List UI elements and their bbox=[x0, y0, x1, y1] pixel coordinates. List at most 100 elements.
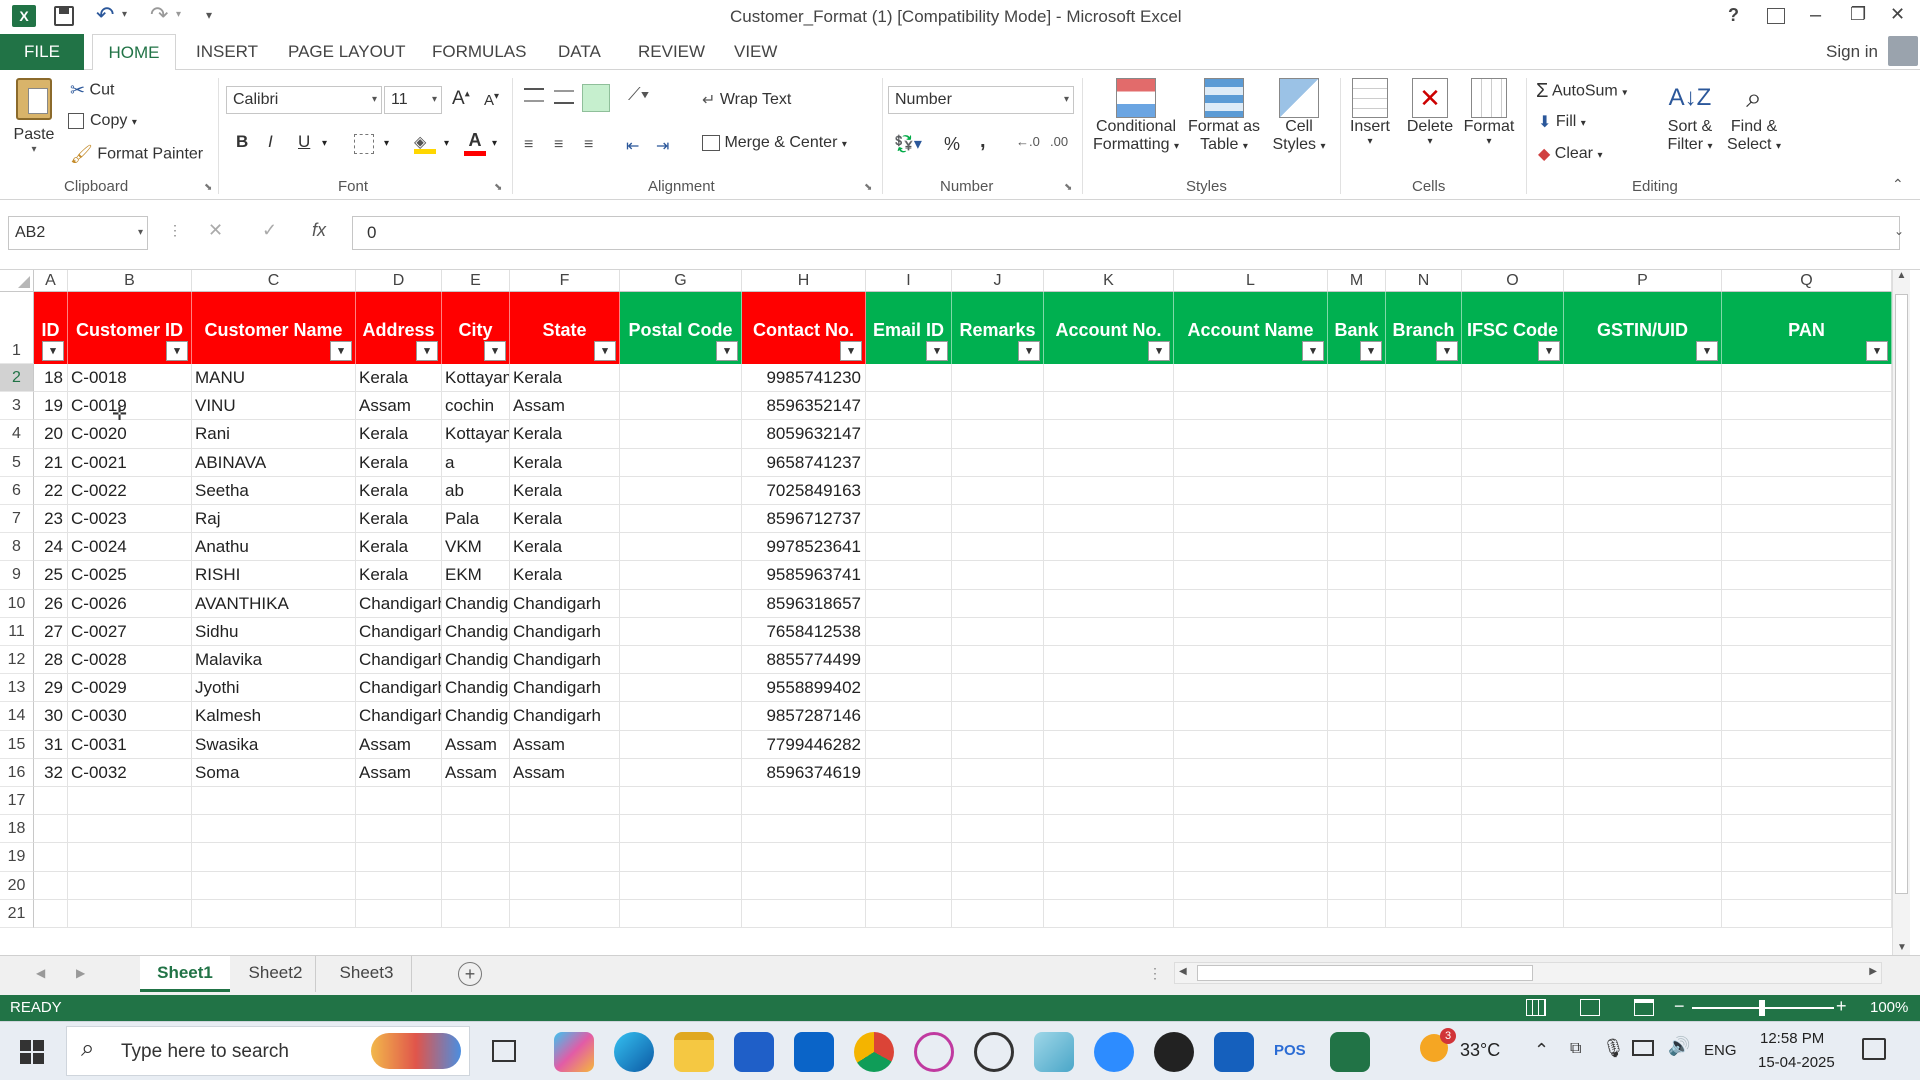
close-button[interactable]: ✕ bbox=[1890, 4, 1905, 25]
restore-button[interactable]: ❐ bbox=[1850, 4, 1866, 25]
user-avatar-icon[interactable] bbox=[1888, 36, 1918, 66]
table-cell[interactable]: 25 bbox=[34, 561, 68, 590]
column-header-j[interactable]: J bbox=[952, 270, 1044, 292]
table-cell[interactable]: 8596374619 bbox=[742, 758, 866, 787]
row-header-8[interactable]: 8 bbox=[0, 533, 34, 562]
table-cell[interactable]: EKM bbox=[442, 561, 510, 590]
filter-dropdown-icon[interactable]: ▾ bbox=[1148, 341, 1170, 361]
filter-dropdown-icon[interactable]: ▾ bbox=[1302, 341, 1324, 361]
table-cell[interactable] bbox=[866, 843, 952, 872]
column-header-k[interactable]: K bbox=[1044, 270, 1174, 292]
table-cell[interactable] bbox=[1722, 758, 1892, 787]
table-cell[interactable] bbox=[1328, 702, 1386, 731]
table-cell[interactable] bbox=[866, 420, 952, 449]
table-cell[interactable] bbox=[1722, 533, 1892, 562]
increase-decimal-icon[interactable]: ←.0 bbox=[1016, 134, 1040, 149]
row-header-13[interactable]: 13 bbox=[0, 674, 34, 703]
table-cell[interactable] bbox=[1564, 392, 1722, 421]
table-cell[interactable]: 7799446282 bbox=[742, 730, 866, 759]
table-cell[interactable] bbox=[356, 843, 442, 872]
table-cell[interactable] bbox=[1044, 392, 1174, 421]
zoom-slider-thumb[interactable] bbox=[1759, 1000, 1765, 1016]
table-cell[interactable] bbox=[1174, 589, 1328, 618]
table-cell[interactable] bbox=[866, 674, 952, 703]
table-cell[interactable] bbox=[952, 730, 1044, 759]
align-center-icon[interactable]: ≡ bbox=[554, 136, 563, 154]
redo-icon[interactable]: ↷ bbox=[150, 2, 168, 28]
filter-dropdown-icon[interactable]: ▾ bbox=[840, 341, 862, 361]
fill-color-icon[interactable]: ◈ bbox=[414, 132, 436, 154]
table-cell[interactable] bbox=[952, 843, 1044, 872]
row-header-17[interactable]: 17 bbox=[0, 787, 34, 816]
table-cell[interactable] bbox=[1462, 899, 1564, 928]
table-cell[interactable]: C-0018 bbox=[68, 364, 192, 393]
table-cell[interactable] bbox=[510, 871, 620, 900]
table-cell[interactable] bbox=[952, 420, 1044, 449]
table-cell[interactable] bbox=[68, 787, 192, 816]
table-cell[interactable] bbox=[620, 533, 742, 562]
horizontal-scroll-thumb[interactable] bbox=[1197, 965, 1533, 981]
add-sheet-icon[interactable]: + bbox=[458, 962, 482, 986]
table-cell[interactable] bbox=[1386, 871, 1462, 900]
number-launcher-icon[interactable]: ⬊ bbox=[1064, 182, 1072, 193]
scroll-down-icon[interactable]: ▼ bbox=[1893, 942, 1911, 953]
top-align-icon[interactable] bbox=[524, 88, 544, 102]
table-cell[interactable] bbox=[1328, 758, 1386, 787]
font-color-dropdown-icon[interactable]: ▾ bbox=[492, 138, 497, 149]
decrease-decimal-icon[interactable]: .00 bbox=[1050, 134, 1068, 149]
table-cell[interactable] bbox=[1174, 420, 1328, 449]
column-header-g[interactable]: G bbox=[620, 270, 742, 292]
tab-review[interactable]: REVIEW bbox=[626, 34, 717, 70]
table-cell[interactable] bbox=[620, 758, 742, 787]
borders-dropdown-icon[interactable]: ▾ bbox=[384, 138, 389, 149]
borders-icon[interactable] bbox=[354, 134, 374, 154]
table-cell[interactable]: Kottayam bbox=[442, 364, 510, 393]
table-cell[interactable] bbox=[192, 899, 356, 928]
row-header-7[interactable]: 7 bbox=[0, 505, 34, 534]
table-cell[interactable] bbox=[1564, 674, 1722, 703]
cell-styles-button[interactable]: Cell Styles ▾ bbox=[1266, 78, 1332, 154]
page-break-view-icon[interactable] bbox=[1634, 999, 1654, 1016]
table-cell[interactable]: Kerala bbox=[356, 505, 442, 534]
filter-dropdown-icon[interactable]: ▾ bbox=[330, 341, 352, 361]
table-cell[interactable] bbox=[34, 871, 68, 900]
table-cell[interactable] bbox=[1044, 899, 1174, 928]
table-cell[interactable]: Kerala bbox=[356, 448, 442, 477]
table-cell[interactable] bbox=[952, 448, 1044, 477]
table-cell[interactable] bbox=[1462, 617, 1564, 646]
column-header-i[interactable]: I bbox=[866, 270, 952, 292]
table-cell[interactable]: MANU bbox=[192, 364, 356, 393]
table-cell[interactable] bbox=[192, 787, 356, 816]
excel-taskbar-icon[interactable] bbox=[1330, 1032, 1370, 1072]
font-size-select[interactable]: 11 ▾ bbox=[384, 86, 442, 114]
table-cell[interactable]: Chandigarh bbox=[356, 674, 442, 703]
align-left-icon[interactable]: ≡ bbox=[524, 136, 533, 154]
table-cell[interactable] bbox=[1462, 448, 1564, 477]
table-cell[interactable]: C-0030 bbox=[68, 702, 192, 731]
table-cell[interactable] bbox=[1328, 730, 1386, 759]
column-header-p[interactable]: P bbox=[1564, 270, 1722, 292]
copilot-icon[interactable] bbox=[554, 1032, 594, 1072]
table-cell[interactable] bbox=[952, 646, 1044, 675]
prev-sheet-icon[interactable]: ◀ bbox=[36, 966, 45, 980]
table-cell[interactable]: RISHI bbox=[192, 561, 356, 590]
table-cell[interactable] bbox=[1564, 871, 1722, 900]
wrap-text-button[interactable]: ↵ Wrap Text bbox=[702, 90, 791, 110]
table-cell[interactable]: 9585963741 bbox=[742, 561, 866, 590]
tab-splitter-icon[interactable]: ⋮ bbox=[1148, 965, 1162, 982]
table-cell[interactable]: Jyothi bbox=[192, 674, 356, 703]
table-cell[interactable] bbox=[1386, 505, 1462, 534]
format-painter-button[interactable]: 🖌 Format Painter bbox=[70, 144, 203, 165]
column-header-l[interactable]: L bbox=[1174, 270, 1328, 292]
table-cell[interactable] bbox=[742, 787, 866, 816]
table-cell[interactable] bbox=[510, 787, 620, 816]
worksheet-grid[interactable]: ABCDEFGHIJKLMNOPQ 1 2 3 4 5 6 7 8 9 10 11 12 13 14 15 1… bbox=[0, 270, 1920, 955]
table-cell[interactable] bbox=[1044, 815, 1174, 844]
table-cell[interactable]: Chandigarh bbox=[356, 589, 442, 618]
table-cell[interactable]: Kottayam bbox=[442, 420, 510, 449]
filter-dropdown-icon[interactable]: ▾ bbox=[1538, 341, 1560, 361]
table-cell[interactable] bbox=[1328, 871, 1386, 900]
table-cell[interactable] bbox=[1044, 787, 1174, 816]
filter-dropdown-icon[interactable]: ▾ bbox=[1436, 341, 1458, 361]
table-cell[interactable] bbox=[1174, 392, 1328, 421]
